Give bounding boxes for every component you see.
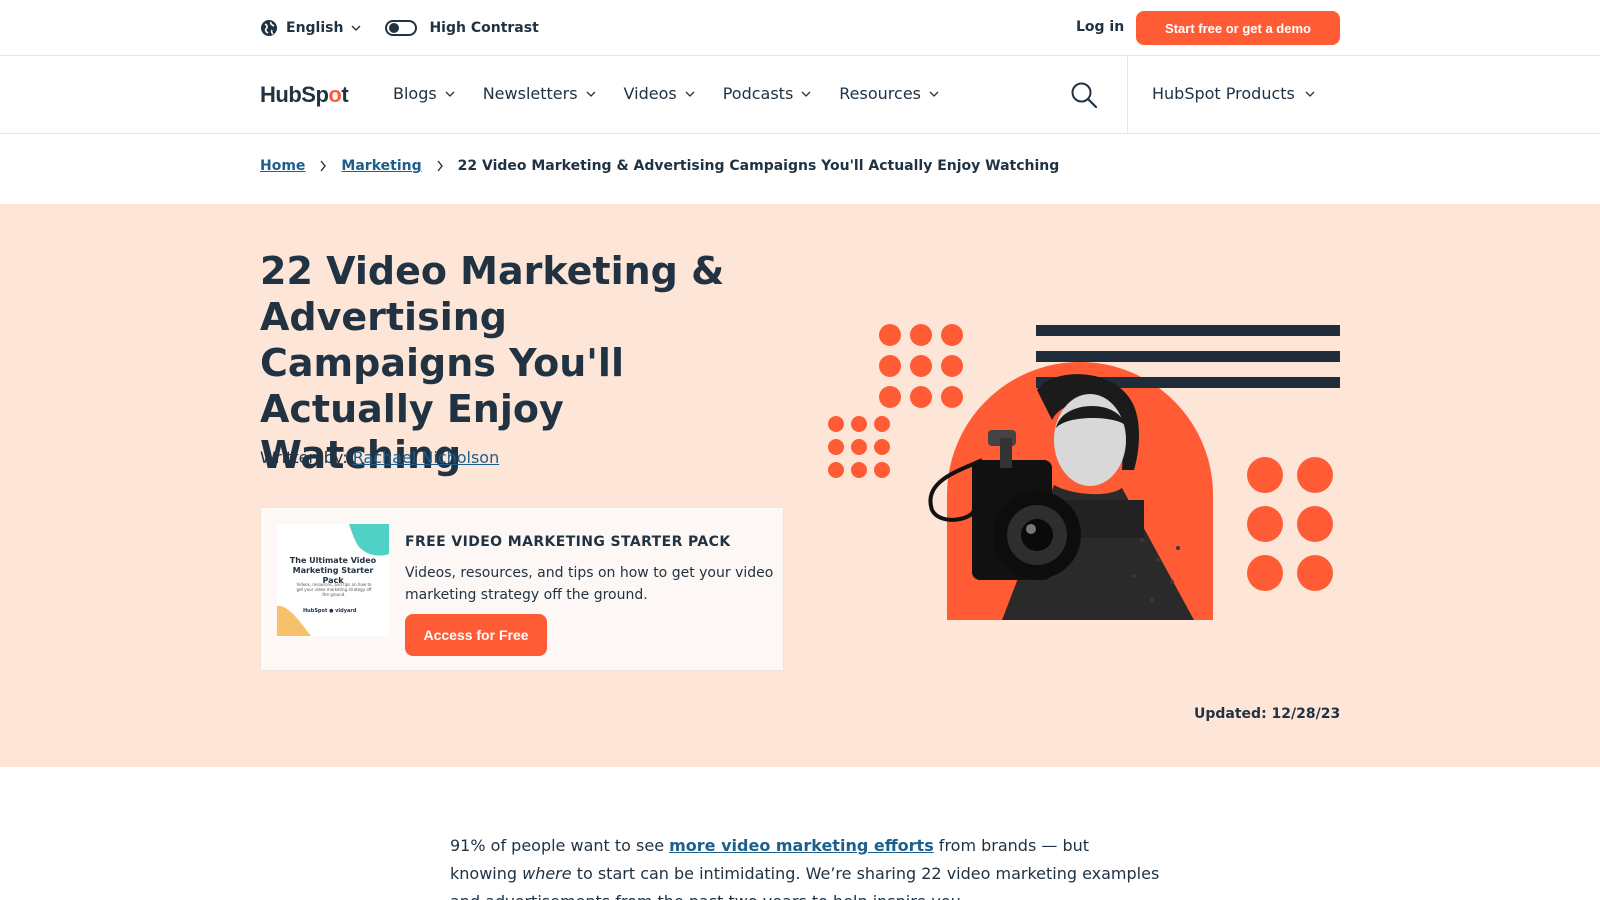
nav-item-label: Videos xyxy=(623,84,677,103)
nav-item-resources[interactable]: Resources xyxy=(839,84,939,103)
nav-item-videos[interactable]: Videos xyxy=(624,84,695,103)
nav-item-label: Newsletters xyxy=(482,84,578,103)
search-icon[interactable] xyxy=(1070,81,1098,109)
hero-illustration xyxy=(828,324,1340,620)
thumbnail-logos: HubSpot ● vidyard xyxy=(303,608,357,614)
chevron-down-icon xyxy=(685,91,695,97)
offer-description: Videos, resources, and tips on how to ge… xyxy=(405,565,774,603)
dot-grid-left xyxy=(828,416,890,478)
thumbnail-subtitle: Videos, resources, and tips on how to ge… xyxy=(296,582,372,597)
nav-menu: Blogs Newsletters Videos Podcasts Resour… xyxy=(393,84,967,103)
nav-item-label: Resources xyxy=(839,84,921,103)
hubspot-logo[interactable]: HubSp o t xyxy=(260,80,349,110)
language-selector[interactable]: English xyxy=(286,20,343,36)
nav-divider xyxy=(1127,56,1128,134)
offer-title: FREE VIDEO MARKETING STARTER PACK xyxy=(405,534,731,550)
offer-card: The Ultimate Video Marketing Starter Pac… xyxy=(260,507,784,671)
globe-icon[interactable] xyxy=(260,19,278,37)
start-free-button[interactable]: Start free or get a demo xyxy=(1136,11,1340,45)
high-contrast-toggle[interactable] xyxy=(385,20,418,36)
utility-left: English High Contrast xyxy=(260,18,539,38)
hero-section: 22 Video Marketing & Advertising Campaig… xyxy=(0,204,1600,767)
utility-bar: English High Contrast Log in Start free … xyxy=(0,0,1600,56)
nav-item-label: Blogs xyxy=(393,84,437,103)
chevron-down-icon xyxy=(586,91,595,97)
breadcrumb: Home Marketing 22 Video Marketing & Adve… xyxy=(260,158,1059,174)
chevron-down-icon xyxy=(445,91,455,97)
updated-date: Updated: 12/28/23 xyxy=(1194,706,1340,722)
page-title: 22 Video Marketing & Advertising Campaig… xyxy=(260,249,725,477)
byline-prefix: Written by: xyxy=(260,448,353,467)
author-link[interactable]: Rachael Nicholson xyxy=(353,448,500,467)
article-intro: 91% of people want to see more video mar… xyxy=(450,832,1160,900)
dot-grid-top xyxy=(879,324,963,408)
toggle-knob xyxy=(389,23,400,33)
chevron-down-icon xyxy=(929,91,939,97)
logo-sprocket: o xyxy=(328,82,342,107)
dot-grid-right xyxy=(1247,457,1333,591)
nav-item-label: Podcasts xyxy=(722,84,794,103)
chevron-right-icon xyxy=(437,160,443,172)
login-link[interactable]: Log in xyxy=(1076,19,1124,35)
products-label: HubSpot Products xyxy=(1152,84,1295,103)
access-for-free-button[interactable]: Access for Free xyxy=(405,614,547,656)
logo-text-prefix: HubSp xyxy=(260,82,329,107)
breadcrumb-current: 22 Video Marketing & Advertising Campaig… xyxy=(457,158,1060,174)
intro-emphasis: where xyxy=(522,864,572,883)
chevron-down-icon xyxy=(801,91,811,97)
chevron-down-icon[interactable] xyxy=(351,23,361,33)
offer-thumbnail[interactable]: The Ultimate Video Marketing Starter Pac… xyxy=(277,524,389,636)
byline: Written by: Rachael Nicholson xyxy=(260,448,499,467)
breadcrumb-home[interactable]: Home xyxy=(260,158,305,174)
updated-value: 12/28/23 xyxy=(1271,706,1341,722)
chevron-down-icon xyxy=(1305,91,1315,97)
main-nav: HubSp o t Blogs Newsletters Videos Podcast… xyxy=(0,56,1600,134)
intro-text-1: 91% of people want to see xyxy=(450,836,670,855)
nav-item-podcasts[interactable]: Podcasts xyxy=(723,84,812,103)
nav-item-newsletters[interactable]: Newsletters xyxy=(483,84,596,103)
chevron-right-icon xyxy=(320,160,327,172)
video-marketing-efforts-link[interactable]: more video marketing efforts xyxy=(669,836,934,855)
updated-label: Updated: xyxy=(1194,706,1272,722)
hubspot-products-menu[interactable]: HubSpot Products xyxy=(1152,84,1315,103)
nav-item-blogs[interactable]: Blogs xyxy=(393,84,455,103)
high-contrast-label[interactable]: High Contrast xyxy=(429,20,538,36)
logo-text-suffix: t xyxy=(341,82,349,107)
breadcrumb-marketing[interactable]: Marketing xyxy=(341,158,421,174)
